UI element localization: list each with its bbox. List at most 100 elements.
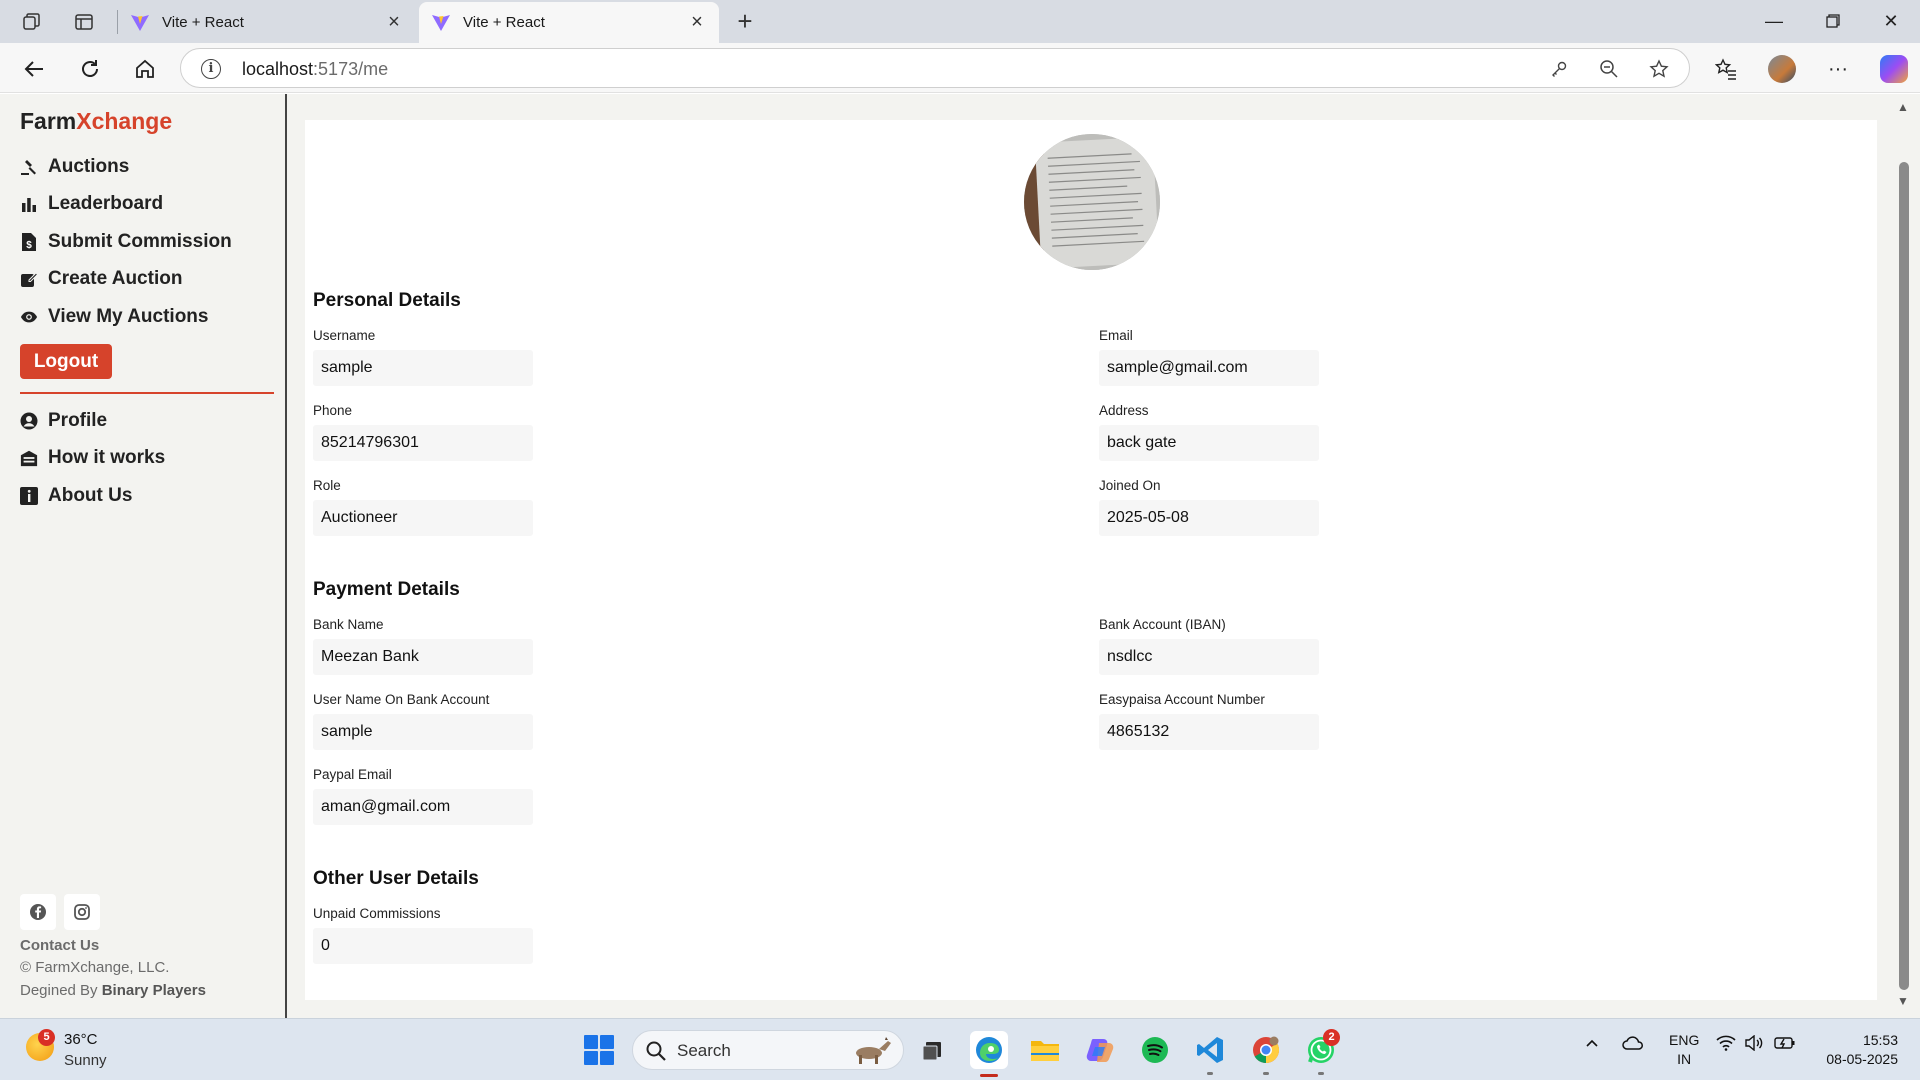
vscode-icon[interactable] [1191,1031,1229,1075]
chrome-icon[interactable] [1247,1031,1285,1075]
username-field[interactable]: sample [313,350,533,386]
vite-logo-icon [131,14,149,31]
home-icon[interactable] [129,53,161,85]
windows-start-icon[interactable] [584,1035,614,1065]
nav-item-view-my-auctions[interactable]: View My Auctions [20,298,274,336]
brand-part2: Xchange [76,108,173,134]
url-text[interactable]: localhost:5173/me [242,59,388,80]
tab-close-icon[interactable]: × [687,11,707,34]
file-explorer-icon[interactable] [1026,1031,1064,1069]
scroll-thumb[interactable] [1899,162,1909,990]
copyright-text: © FarmXchange, LLC. [20,959,170,976]
nav-item-profile[interactable]: Profile [20,402,274,440]
info-icon [20,486,38,505]
battery-charging-icon[interactable] [1774,1035,1796,1055]
spotify-icon[interactable] [1136,1031,1174,1069]
windows-taskbar: 5 36°C Sunny Search 2 ENG IN 15:53 08-05… [0,1018,1920,1080]
restore-icon[interactable] [1810,6,1856,36]
unpaid-commissions-label: Unpaid Commissions [313,906,441,921]
volume-icon[interactable] [1744,1034,1764,1055]
phone-field[interactable]: 85214796301 [313,425,533,461]
system-clock[interactable]: 15:53 08-05-2025 [1818,1031,1898,1069]
nav-item-auctions[interactable]: Auctions [20,148,274,186]
taskbar-search[interactable]: Search [632,1030,904,1070]
site-info-icon[interactable]: i [201,59,221,79]
edge-icon[interactable] [970,1031,1008,1077]
personal-details-title: Personal Details [313,290,461,311]
temperature-text[interactable]: 36°C [64,1031,98,1048]
contact-us-link[interactable]: Contact Us [20,937,99,954]
onedrive-cloud-icon[interactable] [1622,1035,1644,1055]
unpaid-commissions-field[interactable]: 0 [313,928,533,964]
wifi-icon[interactable] [1716,1035,1736,1055]
scroll-down-icon[interactable]: ▼ [1897,994,1909,1008]
scroll-up-icon[interactable]: ▲ [1897,100,1909,114]
tab-active[interactable]: Vite + React × [419,2,719,43]
bank-name-field[interactable]: Meezan Bank [313,639,533,675]
tab-close-icon[interactable]: × [384,11,404,34]
brand-logo[interactable]: FarmXchange [20,108,172,135]
role-label: Role [313,478,341,493]
main-nav: Auctions Leaderboard $ Submit Commission… [20,148,274,336]
bank-account-field[interactable]: nsdlcc [1099,639,1319,675]
vertical-tabs-icon[interactable] [70,8,98,36]
back-icon[interactable] [18,53,50,85]
designed-prefix: Degined By [20,982,102,999]
new-tab-icon[interactable]: + [730,6,760,36]
sidebar: FarmXchange Auctions Leaderboard $ Submi… [4,94,287,1018]
designer-name: Binary Players [101,982,206,999]
nav-item-create-auction[interactable]: Create Auction [20,261,274,299]
bank-name-label: Bank Name [313,617,384,632]
instagram-icon[interactable] [64,894,100,930]
email-field[interactable]: sample@gmail.com [1099,350,1319,386]
nav-label: About Us [48,484,133,506]
logout-button[interactable]: Logout [20,344,112,379]
joined-on-field[interactable]: 2025-05-08 [1099,500,1319,536]
clock-time: 15:53 [1862,1032,1898,1048]
nav-label: Create Auction [48,268,183,290]
paypal-email-field[interactable]: aman@gmail.com [313,789,533,825]
favorites-icon[interactable] [1712,55,1740,83]
address-field[interactable]: back gate [1099,425,1319,461]
copilot-icon[interactable] [1880,55,1908,83]
more-menu-icon[interactable]: ··· [1824,55,1852,83]
profile-avatar-icon[interactable] [1768,55,1796,83]
nav-item-leaderboard[interactable]: Leaderboard [20,186,274,224]
dollar-file-icon: $ [20,232,38,251]
nav-item-about-us[interactable]: About Us [20,477,274,515]
tab-inactive[interactable]: Vite + React × [118,2,416,43]
workspaces-icon[interactable] [18,8,46,36]
address-toolbar: i localhost:5173/me ··· [0,43,1920,93]
url-path: :5173/me [313,59,389,79]
lang-line2: IN [1677,1051,1692,1067]
chrome-running-indicator [1263,1072,1269,1075]
joined-on-label: Joined On [1099,478,1161,493]
search-label: Search [677,1041,731,1060]
zoom-out-icon[interactable] [1598,58,1620,80]
url-host: localhost [242,59,314,79]
url-bar[interactable]: i localhost:5173/me [180,48,1690,88]
sidebar-divider [20,392,274,394]
minimize-icon[interactable]: — [1751,6,1797,36]
task-view-icon[interactable] [914,1031,952,1069]
show-hidden-icons-chevron-icon[interactable] [1584,1035,1600,1055]
password-key-icon[interactable] [1548,58,1570,80]
payment-details-title: Payment Details [313,579,460,600]
favorite-star-icon[interactable] [1648,58,1670,80]
nav-item-submit-commission[interactable]: $ Submit Commission [20,223,274,261]
language-indicator[interactable]: ENG IN [1669,1031,1699,1069]
nav-item-how-it-works[interactable]: How it works [20,440,274,478]
bank-username-field[interactable]: sample [313,714,533,750]
profile-avatar[interactable] [1024,134,1160,270]
role-field[interactable]: Auctioneer [313,500,533,536]
refresh-icon[interactable] [74,53,106,85]
whatsapp-badge: 2 [1323,1029,1340,1046]
easypaisa-field[interactable]: 4865132 [1099,714,1319,750]
lang-line1: ENG [1669,1032,1700,1048]
other-details-title: Other User Details [313,868,479,889]
copilot-app-icon[interactable] [1081,1031,1119,1069]
weather-condition-text[interactable]: Sunny [64,1052,107,1069]
close-window-icon[interactable]: ✕ [1868,6,1914,36]
email-label: Email [1099,328,1133,343]
facebook-icon[interactable] [20,894,56,930]
